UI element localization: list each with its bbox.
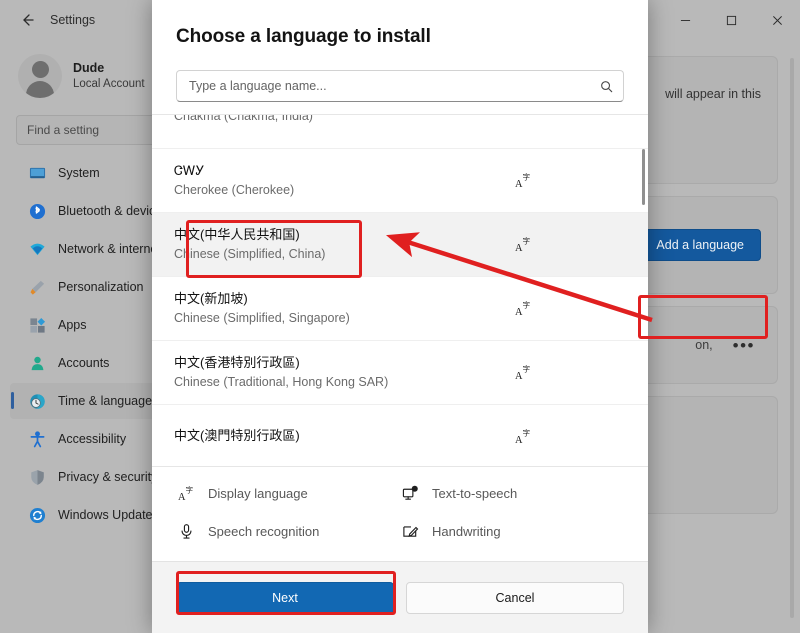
window-controls: [662, 0, 800, 40]
language-texts: 中文(中华人民共和国) Chinese (Simplified, China): [174, 226, 508, 264]
feature-handwriting: Handwriting: [400, 521, 624, 541]
dialog-header: Choose a language to install: [152, 0, 648, 102]
display-language-icon: A 字: [508, 172, 538, 189]
user-avatar-icon: [18, 54, 62, 98]
list-item[interactable]: Chakma (Chakma, India): [152, 114, 648, 149]
accessibility-icon: [28, 430, 46, 448]
choose-language-dialog: Choose a language to install Chakma (Cha…: [152, 0, 648, 633]
svg-text:字: 字: [522, 172, 530, 182]
feature-display-language: A 字 Display language: [176, 483, 400, 503]
language-english-name: Chinese (Traditional, Hong Kong SAR): [174, 374, 389, 389]
sidebar-item-label: Network & internet: [58, 242, 161, 256]
main-scrollbar[interactable]: [790, 58, 794, 618]
sidebar-item-label: Privacy & security: [58, 470, 158, 484]
feature-label: Handwriting: [432, 523, 501, 539]
display-language-icon: A 字: [508, 428, 538, 445]
language-list-scrollbar[interactable]: [642, 149, 645, 205]
language-native-name: 中文(澳門特別行政區): [174, 428, 300, 444]
search-input[interactable]: [189, 79, 600, 93]
dialog-footer: Next Cancel: [152, 561, 648, 633]
sidebar-item-label: Time & language: [58, 394, 153, 408]
account-text: Dude Local Account: [73, 60, 145, 91]
svg-text:字: 字: [522, 364, 530, 374]
language-texts: 中文(澳門特別行政區): [174, 427, 508, 446]
language-list-scroll: Chakma (Chakma, India) ᏣᎳᎩ Cherokee (Che…: [152, 114, 648, 466]
language-texts: 中文(新加坡) Chinese (Simplified, Singapore): [174, 290, 508, 328]
language-english-name: Chinese (Simplified, Singapore): [174, 310, 350, 325]
list-item[interactable]: 中文(澳門特別行政區) A 字: [152, 405, 648, 466]
add-a-language-button[interactable]: Add a language: [639, 229, 761, 261]
language-search-field[interactable]: [176, 70, 624, 102]
language-english-name: Chinese (Simplified, China): [174, 246, 326, 261]
language-texts: ᏣᎳᎩ Cherokee (Cherokee): [174, 162, 508, 200]
display-language-icon: A 字: [176, 483, 196, 503]
language-list[interactable]: Chakma (Chakma, India) ᏣᎳᎩ Cherokee (Che…: [152, 114, 648, 466]
ellipsis-icon[interactable]: •••: [727, 335, 761, 356]
language-english-name: Cherokee (Cherokee): [174, 182, 295, 197]
app-title: Settings: [50, 13, 96, 27]
account-type: Local Account: [73, 77, 145, 90]
display-language-icon: A 字: [508, 300, 538, 317]
sidebar-item-label: System: [58, 166, 100, 180]
feature-text-to-speech: Text-to-speech: [400, 483, 624, 503]
sidebar-item-label: Apps: [58, 318, 87, 332]
apps-grid-icon: [28, 316, 46, 334]
find-setting-placeholder: Find a setting: [27, 123, 100, 137]
cancel-button[interactable]: Cancel: [406, 581, 624, 614]
close-icon[interactable]: [754, 0, 800, 40]
clock-globe-icon: [28, 392, 46, 410]
paintbrush-icon: [28, 278, 46, 296]
person-icon: [28, 354, 46, 372]
sidebar-item-label: Accessibility: [58, 432, 127, 446]
handwriting-pen-icon: [400, 521, 420, 541]
dialog-title: Choose a language to install: [176, 26, 431, 47]
display-language-icon: A 字: [508, 236, 538, 253]
language-native-name: ᏣᎳᎩ: [174, 162, 205, 178]
language-english-name: Chakma (Chakma, India): [174, 114, 313, 124]
svg-text:字: 字: [522, 236, 530, 246]
maximize-icon[interactable]: [708, 0, 754, 40]
wifi-icon: [28, 240, 46, 258]
next-button[interactable]: Next: [176, 581, 394, 614]
feature-label: Speech recognition: [208, 523, 320, 539]
list-item[interactable]: 中文(中华人民共和国) Chinese (Simplified, China) …: [152, 213, 648, 277]
svg-text:字: 字: [522, 300, 530, 310]
shield-icon: [28, 468, 46, 486]
bluetooth-icon: [28, 202, 46, 220]
language-texts: 中文(香港特別行政區) Chinese (Traditional, Hong K…: [174, 354, 508, 392]
sidebar-item-label: Windows Update: [58, 508, 153, 522]
microphone-icon: [176, 521, 196, 541]
language-entry-text: on,: [695, 338, 713, 352]
minimize-icon[interactable]: [662, 0, 708, 40]
list-item[interactable]: ᏣᎳᎩ Cherokee (Cherokee) A 字: [152, 149, 648, 213]
svg-text:字: 字: [522, 428, 530, 438]
language-native-name: 中文(新加坡): [174, 290, 248, 306]
update-sync-icon: [28, 506, 46, 524]
language-features-legend: A 字 Display language Text-to-speech Spee…: [152, 466, 648, 561]
back-arrow-icon[interactable]: [10, 5, 44, 35]
feature-label: Text-to-speech: [432, 485, 518, 501]
language-native-name: 中文(中华人民共和国): [174, 226, 300, 242]
language-texts: Chakma (Chakma, India): [174, 114, 508, 126]
text-to-speech-icon: [400, 483, 420, 503]
language-native-name: 中文(香港特別行政區): [174, 354, 300, 370]
feature-speech-recognition: Speech recognition: [176, 521, 400, 541]
list-item[interactable]: 中文(新加坡) Chinese (Simplified, Singapore) …: [152, 277, 648, 341]
account-name: Dude: [73, 61, 105, 76]
search-icon[interactable]: [600, 80, 613, 93]
display-language-icon: A 字: [508, 364, 538, 381]
sidebar-item-label: Personalization: [58, 280, 144, 294]
sidebar-item-label: Accounts: [58, 356, 110, 370]
svg-text:字: 字: [185, 485, 193, 495]
feature-label: Display language: [208, 485, 308, 501]
list-item[interactable]: 中文(香港特別行政區) Chinese (Traditional, Hong K…: [152, 341, 648, 405]
monitor-icon: [28, 164, 46, 182]
